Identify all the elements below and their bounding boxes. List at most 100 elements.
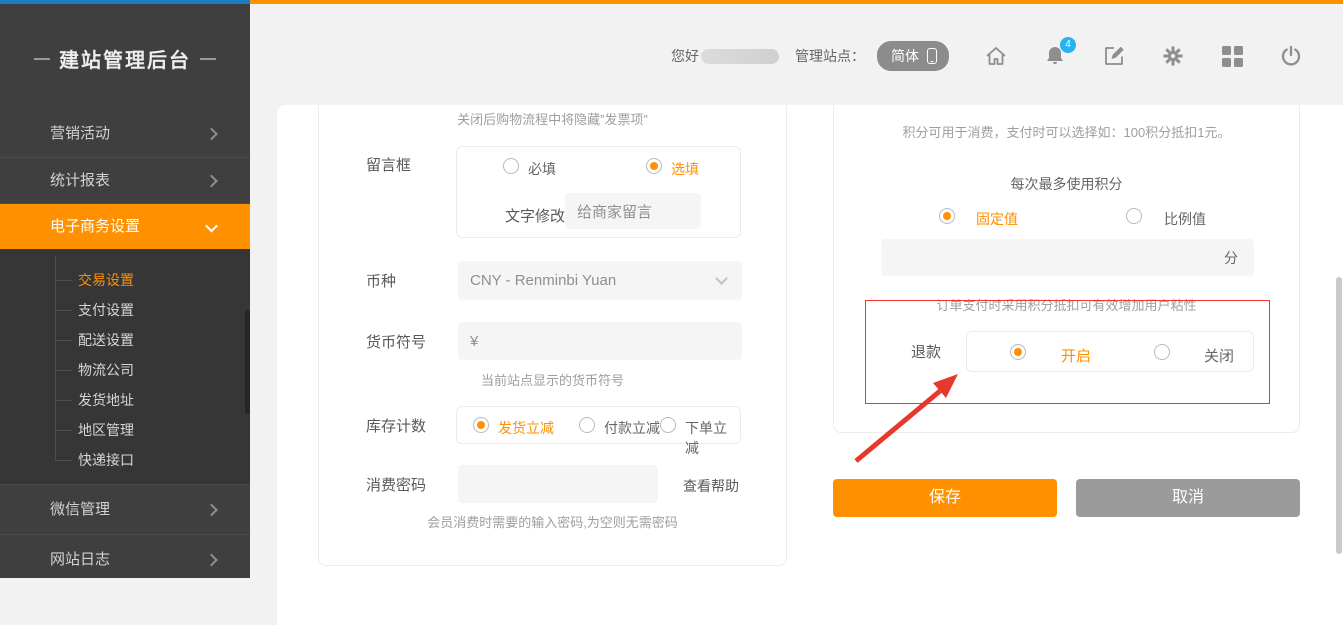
home-icon[interactable] bbox=[984, 44, 1008, 68]
currency-label: 币种 bbox=[366, 272, 396, 292]
submenu-item-label: 快递接口 bbox=[78, 452, 134, 468]
mobile-icon bbox=[927, 48, 937, 64]
title-dash-left bbox=[34, 58, 50, 60]
sidebar-item-label: 营销活动 bbox=[50, 125, 110, 142]
radio-refund-off[interactable] bbox=[1154, 344, 1170, 360]
chevron-right-icon bbox=[205, 553, 218, 566]
submenu-item-express-api[interactable]: 快递接口 bbox=[0, 445, 250, 475]
sidebar-item-wechat[interactable]: 微信管理 bbox=[0, 484, 250, 534]
message-box-label: 留言框 bbox=[366, 156, 411, 176]
submenu-item-label: 支付设置 bbox=[78, 302, 134, 318]
chevron-right-icon bbox=[205, 128, 218, 141]
submenu-item-ship-address[interactable]: 发货地址 bbox=[0, 385, 250, 415]
app-title-text: 建站管理后台 bbox=[59, 44, 191, 73]
submenu-item-label: 物流公司 bbox=[78, 362, 134, 378]
bell-icon[interactable]: 4 bbox=[1043, 44, 1067, 68]
consume-password-input[interactable] bbox=[458, 465, 658, 503]
power-icon[interactable] bbox=[1279, 44, 1303, 68]
refund-label: 退款 bbox=[911, 343, 941, 363]
page-scrollbar-thumb[interactable] bbox=[1336, 277, 1342, 554]
radio-required[interactable] bbox=[503, 158, 519, 174]
sidebar-item-label: 网站日志 bbox=[50, 551, 110, 568]
message-box-group: 必填 选填 文字修改 bbox=[456, 146, 741, 238]
radio-ship-deduct[interactable] bbox=[473, 417, 489, 433]
submenu-item-logistics-company[interactable]: 物流公司 bbox=[0, 355, 250, 385]
currency-symbol-input[interactable] bbox=[458, 322, 742, 360]
message-text-input[interactable] bbox=[565, 193, 701, 229]
language-label: 简体 bbox=[891, 46, 919, 66]
stock-count-label: 库存计数 bbox=[366, 417, 426, 437]
radio-ratio-value-label[interactable]: 比例值 bbox=[1164, 209, 1206, 229]
radio-fixed-value-label[interactable]: 固定值 bbox=[976, 209, 1018, 229]
points-unit-label: 分 bbox=[1224, 248, 1238, 268]
submenu-item-payment-settings[interactable]: 支付设置 bbox=[0, 295, 250, 325]
notification-badge: 4 bbox=[1060, 37, 1076, 53]
submenu-item-label: 地区管理 bbox=[78, 422, 134, 438]
stock-count-group: 发货立减 付款立减 下单立减 bbox=[456, 406, 741, 444]
submenu-item-label: 发货地址 bbox=[78, 392, 134, 408]
sidebar-item-ecommerce-settings[interactable]: 电子商务设置 bbox=[0, 203, 250, 249]
sidebar-top-accent-strip bbox=[0, 0, 250, 4]
annotation-arrow bbox=[846, 366, 976, 471]
max-points-input[interactable]: 分 bbox=[881, 239, 1254, 276]
radio-pay-deduct-label[interactable]: 付款立减 bbox=[604, 418, 660, 438]
language-pill[interactable]: 简体 bbox=[877, 41, 949, 71]
currency-symbol-hint: 当前站点显示的货币符号 bbox=[319, 370, 786, 389]
chevron-right-icon bbox=[205, 503, 218, 516]
radio-refund-on-label[interactable]: 开启 bbox=[1061, 345, 1091, 366]
points-tip: 订单支付时采用积分抵扣可有效增加用户粘性 bbox=[834, 295, 1299, 314]
radio-refund-off-label[interactable]: 关闭 bbox=[1204, 345, 1234, 366]
header-row: 您好 管理站点： 简体 4 bbox=[671, 41, 1303, 71]
sidebar-scrollbar-thumb[interactable] bbox=[245, 310, 250, 414]
submenu-item-trade-settings[interactable]: 交易设置 bbox=[0, 265, 250, 295]
gear-icon[interactable] bbox=[1161, 44, 1185, 68]
radio-pay-deduct[interactable] bbox=[579, 417, 595, 433]
greeting-text: 您好 bbox=[671, 46, 699, 66]
points-settings-card: 积分可用于消费，支付时可以选择如：100积分抵扣1元。 每次最多使用积分 固定值… bbox=[833, 105, 1300, 433]
radio-optional[interactable] bbox=[646, 158, 662, 174]
sidebar-menu: 营销活动 统计报表 电子商务设置 bbox=[0, 111, 250, 249]
redacted-username bbox=[701, 49, 779, 64]
radio-order-deduct-label[interactable]: 下单立减 bbox=[685, 418, 740, 458]
refund-group: 开启 关闭 bbox=[966, 331, 1254, 372]
radio-ship-deduct-label[interactable]: 发货立减 bbox=[498, 418, 554, 438]
submenu-item-label: 交易设置 bbox=[78, 272, 134, 288]
radio-order-deduct[interactable] bbox=[660, 417, 676, 433]
radio-refund-on[interactable] bbox=[1010, 344, 1026, 360]
sidebar-item-statistics[interactable]: 统计报表 bbox=[0, 157, 250, 203]
cancel-button[interactable]: 取消 bbox=[1076, 479, 1300, 517]
sidebar: 建站管理后台 营销活动 统计报表 电子商务设置 交易设置 支付设置 配送设置 物… bbox=[0, 0, 250, 578]
currency-select[interactable]: CNY - Renminbi Yuan bbox=[458, 261, 742, 300]
invoice-hint: 关闭后购物流程中将隐藏”发票项” bbox=[319, 109, 786, 128]
chevron-down-icon bbox=[715, 272, 728, 285]
radio-fixed-value[interactable] bbox=[939, 208, 955, 224]
chevron-down-icon bbox=[205, 219, 218, 232]
submenu-item-region-management[interactable]: 地区管理 bbox=[0, 415, 250, 445]
radio-ratio-value[interactable] bbox=[1126, 208, 1142, 224]
edit-icon[interactable] bbox=[1102, 44, 1126, 68]
save-button[interactable]: 保存 bbox=[833, 479, 1057, 517]
sidebar-item-label: 统计报表 bbox=[50, 172, 110, 189]
submenu-item-delivery-settings[interactable]: 配送设置 bbox=[0, 325, 250, 355]
manage-site-label: 管理站点： bbox=[795, 46, 865, 66]
sidebar-item-label: 微信管理 bbox=[50, 501, 110, 518]
radio-required-label[interactable]: 必填 bbox=[528, 159, 556, 179]
sidebar-item-marketing[interactable]: 营销活动 bbox=[0, 111, 250, 157]
main-content-panel: 关闭后购物流程中将隐藏”发票项” 留言框 必填 选填 文字修改 币种 CNY -… bbox=[277, 105, 1343, 625]
radio-optional-label[interactable]: 选填 bbox=[671, 159, 699, 179]
view-help-link[interactable]: 查看帮助 bbox=[683, 476, 739, 496]
title-dash-right bbox=[200, 58, 216, 60]
submenu-item-label: 配送设置 bbox=[78, 332, 134, 348]
sidebar-item-site-log[interactable]: 网站日志 bbox=[0, 534, 250, 584]
trade-settings-card: 关闭后购物流程中将隐藏”发票项” 留言框 必填 选填 文字修改 币种 CNY -… bbox=[318, 105, 787, 566]
consume-password-hint: 会员消费时需要的输入密码,为空则无需密码 bbox=[319, 512, 786, 531]
sidebar-menu-bottom: 微信管理 网站日志 bbox=[0, 484, 250, 584]
sidebar-item-label: 电子商务设置 bbox=[50, 218, 140, 235]
apps-grid-icon[interactable] bbox=[1220, 44, 1244, 68]
points-hint: 积分可用于消费，支付时可以选择如：100积分抵扣1元。 bbox=[834, 122, 1299, 141]
consume-password-label: 消费密码 bbox=[366, 476, 426, 496]
header: 您好 管理站点： 简体 4 bbox=[250, 4, 1343, 105]
text-edit-label: 文字修改 bbox=[505, 205, 565, 226]
currency-select-value: CNY - Renminbi Yuan bbox=[470, 272, 616, 289]
chevron-right-icon bbox=[205, 174, 218, 187]
